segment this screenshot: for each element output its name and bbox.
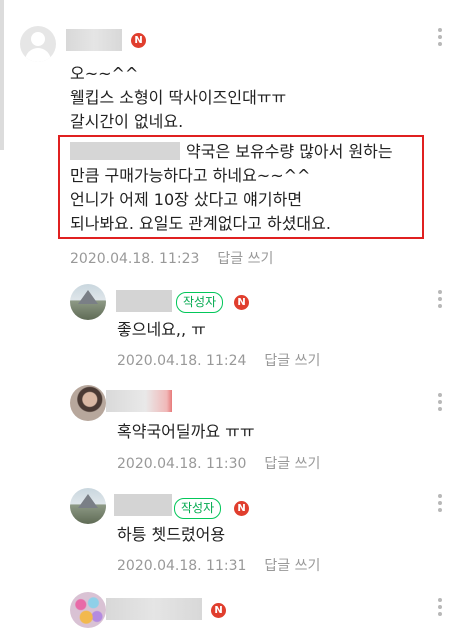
comment-text: 좋으네요,, ㅠ [117, 320, 206, 339]
comment-date: 2020.04.18. 11:30 [117, 456, 247, 472]
author-name-blurred[interactable] [106, 390, 172, 412]
more-options-icon[interactable] [438, 598, 442, 616]
avatar[interactable] [20, 26, 56, 62]
comment-meta: 2020.04.18. 11:24 답글 쓰기 [117, 350, 320, 370]
comment-line: 갈시간이 없네요. [70, 112, 184, 131]
comment-line: 만큼 구매가능하다고 하네요~~^^ [70, 166, 311, 185]
comment-text: 하틍 쳇드렸어용 [117, 525, 226, 544]
more-options-icon[interactable] [438, 290, 442, 308]
comment-line: 약국은 보유수량 많아서 원하는 [70, 140, 393, 164]
new-badge: N [211, 603, 226, 618]
comment-line: 오~~^^ [70, 64, 139, 83]
reply-link[interactable]: 답글 쓰기 [264, 558, 320, 574]
comment-date: 2020.04.18. 11:23 [70, 251, 200, 267]
avatar[interactable] [70, 488, 106, 524]
author-name-blurred[interactable] [114, 494, 172, 516]
new-badge: N [234, 501, 249, 516]
comment-text: 혹약국어딜까요 ㅠㅠ [117, 422, 255, 441]
author-name-blurred[interactable] [116, 290, 172, 312]
author-tag: 작성자 [174, 498, 222, 519]
author-name-blurred[interactable] [66, 29, 122, 51]
comment-meta: 2020.04.18. 11:31 답글 쓰기 [117, 555, 320, 575]
comment-line: 언니가 어제 10장 샀다고 얘기하면 [70, 190, 303, 209]
comment-date: 2020.04.18. 11:31 [117, 558, 247, 574]
blurred-pharmacy-name [70, 142, 180, 160]
comment-line: 웰킵스 소형이 딱사이즈인대ㅠㅠ [70, 88, 287, 107]
comment-meta: 2020.04.18. 11:30 답글 쓰기 [117, 453, 320, 473]
left-frame-edge [0, 0, 4, 150]
avatar[interactable] [70, 592, 106, 628]
reply-link[interactable]: 답글 쓰기 [264, 353, 320, 369]
new-badge: N [131, 33, 146, 48]
more-options-icon[interactable] [438, 28, 442, 46]
comment-meta: 2020.04.18. 11:23 답글 쓰기 [70, 248, 273, 268]
comment-date: 2020.04.18. 11:24 [117, 353, 247, 369]
author-name-blurred[interactable] [106, 598, 202, 620]
comment-line: 되나봐요. 요일도 관계없다고 하셨대요. [70, 214, 331, 233]
avatar[interactable] [70, 385, 106, 421]
more-options-icon[interactable] [438, 494, 442, 512]
reply-link[interactable]: 답글 쓰기 [264, 456, 320, 472]
more-options-icon[interactable] [438, 393, 442, 411]
new-badge: N [234, 295, 249, 310]
avatar[interactable] [70, 284, 106, 320]
author-tag: 작성자 [176, 292, 224, 313]
reply-link[interactable]: 답글 쓰기 [217, 251, 273, 267]
